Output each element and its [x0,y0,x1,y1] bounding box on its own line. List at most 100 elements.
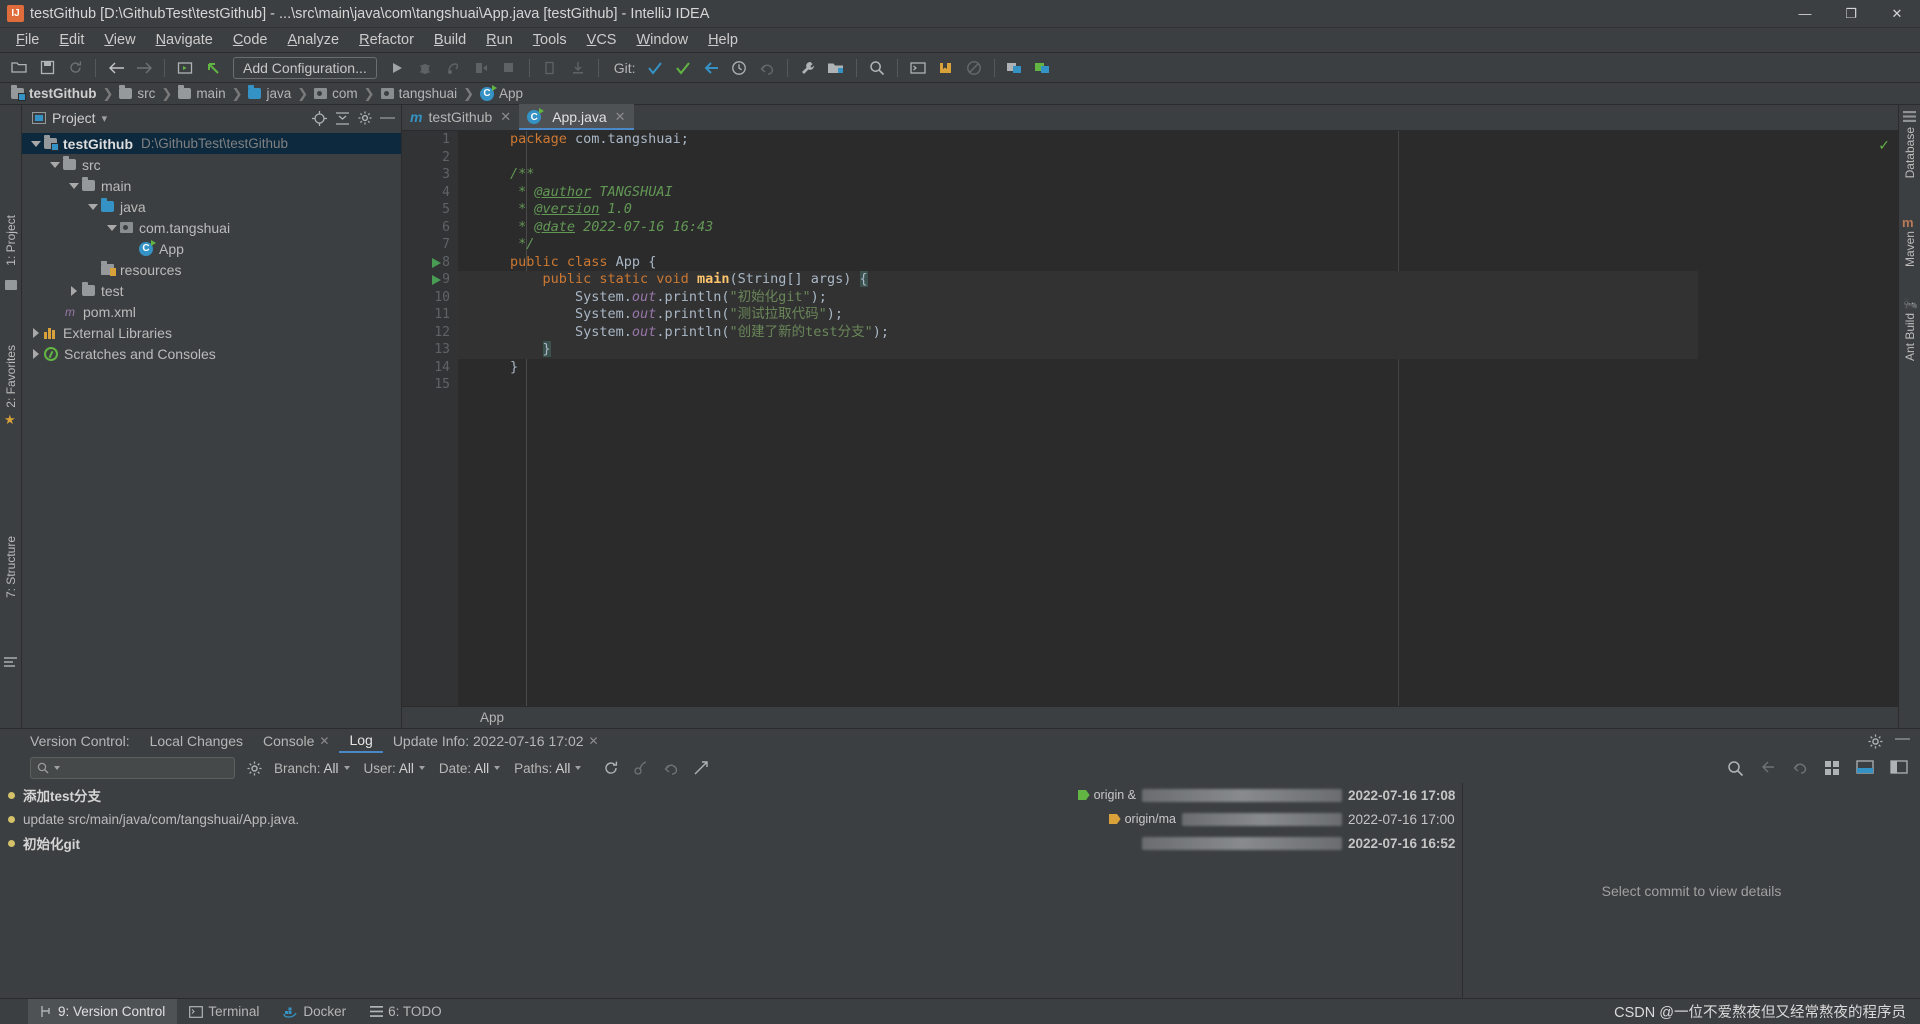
vcs-search-input[interactable] [30,757,235,779]
tree-row-com-tangshuai[interactable]: com.tangshuai [22,217,401,238]
code-line-15[interactable] [458,376,1698,394]
editor-tab-testgithub[interactable]: m testGithub ✕ [402,104,519,130]
settings-wrench-icon[interactable] [795,56,821,80]
editor-tab-app-java[interactable]: C App.java ✕ [519,104,634,130]
collapse-all-icon[interactable] [335,111,350,126]
vcs-revert-icon[interactable] [663,760,679,776]
structure-icon[interactable] [537,56,563,80]
vcs-layout-icon[interactable] [1856,759,1874,777]
tree-expander-expanded[interactable] [87,201,99,213]
close-icon[interactable]: ✕ [319,734,329,748]
settings-gear-icon[interactable] [1868,734,1883,749]
code-line-7[interactable]: */ [458,236,1698,254]
tool-window-maven[interactable]: Maven [1903,231,1917,267]
tree-expander-collapsed[interactable] [30,327,42,339]
inspection-status-icon[interactable]: ✓ [1878,137,1890,154]
bookmark-icon[interactable] [933,56,959,80]
debug-icon[interactable] [412,56,438,80]
close-icon[interactable]: ✕ [500,109,511,125]
tool-window-favorites[interactable]: 2: Favorites [4,345,18,408]
tree-expander[interactable] [87,264,99,276]
tree-row-scratches-and-consoles[interactable]: Scratches and Consoles [22,343,401,364]
menu-analyze[interactable]: Analyze [278,30,350,50]
project-tree[interactable]: testGithub D:\GithubTest\testGithub src mai… [22,131,401,728]
vcs-cherry-pick-icon[interactable] [633,760,649,776]
breadcrumb-item-app[interactable]: C App [477,84,526,101]
menu-refactor[interactable]: Refactor [349,30,424,50]
code-line-14[interactable]: } [458,359,1698,377]
vcs-refresh-icon[interactable] [603,760,619,776]
vcs-filter-paths[interactable]: Paths: All [514,761,582,776]
code-line-3[interactable]: /** [458,166,1698,184]
tree-expander[interactable] [49,306,61,318]
close-icon[interactable]: ✕ [589,734,599,748]
tree-expander-expanded[interactable] [49,159,61,171]
code-line-10[interactable]: System.out.println("初始化git"); [458,288,1698,306]
tree-row-src[interactable]: src [22,154,401,175]
vcs-diff-icon[interactable] [1890,759,1908,777]
breadcrumb-item-tangshuai[interactable]: tangshuai [378,86,461,101]
tree-expander-expanded[interactable] [68,180,80,192]
tree-row-pom-xml[interactable]: m pom.xml [22,301,401,322]
tree-expander[interactable] [125,243,137,255]
code-line-12[interactable]: System.out.println("创建了新的test分支"); [458,323,1698,341]
breadcrumb-item-testgithub[interactable]: testGithub [8,85,100,101]
vcs-undo-icon[interactable] [1792,760,1808,777]
menu-help[interactable]: Help [698,30,748,50]
menu-navigate[interactable]: Navigate [146,30,223,50]
menu-tools[interactable]: Tools [523,30,577,50]
settings-gear-icon[interactable] [358,111,372,125]
sync-icon[interactable] [62,56,88,80]
editor-gutter[interactable]: 1 2 3 4 5 6 7 8 9 10 11 12 13 14 15 [402,131,458,706]
statusbar-9-version-control[interactable]: 9: Version Control [28,998,178,1024]
statusbar-terminal[interactable]: Terminal [177,999,271,1024]
breadcrumb-item-src[interactable]: src [116,85,158,101]
plugin-icon[interactable] [1002,56,1028,80]
git-commit-icon[interactable] [670,56,696,80]
menu-run[interactable]: Run [476,30,523,50]
tree-expander-collapsed[interactable] [30,348,42,360]
menu-build[interactable]: Build [424,30,476,50]
run-icon[interactable] [384,56,410,80]
menu-view[interactable]: View [94,30,145,50]
breadcrumb-item-com[interactable]: com [311,86,361,101]
code-line-6[interactable]: * @date 2022-07-16 16:43 [458,219,1698,237]
plugin2-icon[interactable] [1030,56,1056,80]
commit-list[interactable]: 添加test分支 origin & 2022-07-16 17:08 update s… [0,783,1462,998]
commit-row[interactable]: 添加test分支 origin & 2022-07-16 17:08 [0,783,1462,807]
tree-expander-expanded[interactable] [106,222,118,234]
chevron-down-icon[interactable]: ▾ [102,112,108,125]
install-icon[interactable] [565,56,591,80]
coverage-icon[interactable] [440,56,466,80]
terminal-icon[interactable] [905,56,931,80]
vcs-filter-settings-icon[interactable] [243,761,266,776]
maximize-button[interactable]: ❐ [1828,0,1874,28]
add-configuration-button[interactable]: Add Configuration... [233,56,377,79]
menu-file[interactable]: File [6,30,49,50]
disabled-icon[interactable] [961,56,987,80]
tree-row-main[interactable]: main [22,175,401,196]
menu-vcs[interactable]: VCS [577,30,627,50]
vcs-tab-local-changes[interactable]: Local Changes [140,729,253,753]
vcs-go-to-hash-icon[interactable] [693,760,709,776]
code-editor[interactable]: package com.tangshuai; /** * @author TANG… [458,131,1698,706]
breadcrumb-item-java[interactable]: java [245,85,294,101]
vcs-tab-update-info-2022-07-16-17-02[interactable]: Update Info: 2022-07-16 17:02 ✕ [383,729,609,753]
vcs-tab-log[interactable]: Log [339,729,383,753]
tree-expander-collapsed[interactable] [68,285,80,297]
vcs-show-details-icon[interactable] [1824,760,1840,777]
tool-window-project[interactable]: 1: Project [4,215,18,266]
vcs-tab-console[interactable]: Console ✕ [253,729,339,753]
tree-row-resources[interactable]: resources [22,259,401,280]
tool-window-database[interactable]: Database [1903,127,1917,178]
code-line-5[interactable]: * @version 1.0 [458,201,1698,219]
statusbar-docker[interactable]: Docker [271,999,358,1024]
vcs-search-icon[interactable] [1727,760,1744,777]
tool-window-structure[interactable]: 7: Structure [4,536,18,598]
run-gutter-icon[interactable] [432,257,442,268]
statusbar-6-todo[interactable]: 6: TODO [358,999,454,1024]
code-line-1[interactable]: package com.tangshuai; [458,131,1698,149]
vcs-filter-user[interactable]: User: All [364,761,425,776]
git-history-icon[interactable] [726,56,752,80]
tree-row-test[interactable]: test [22,280,401,301]
